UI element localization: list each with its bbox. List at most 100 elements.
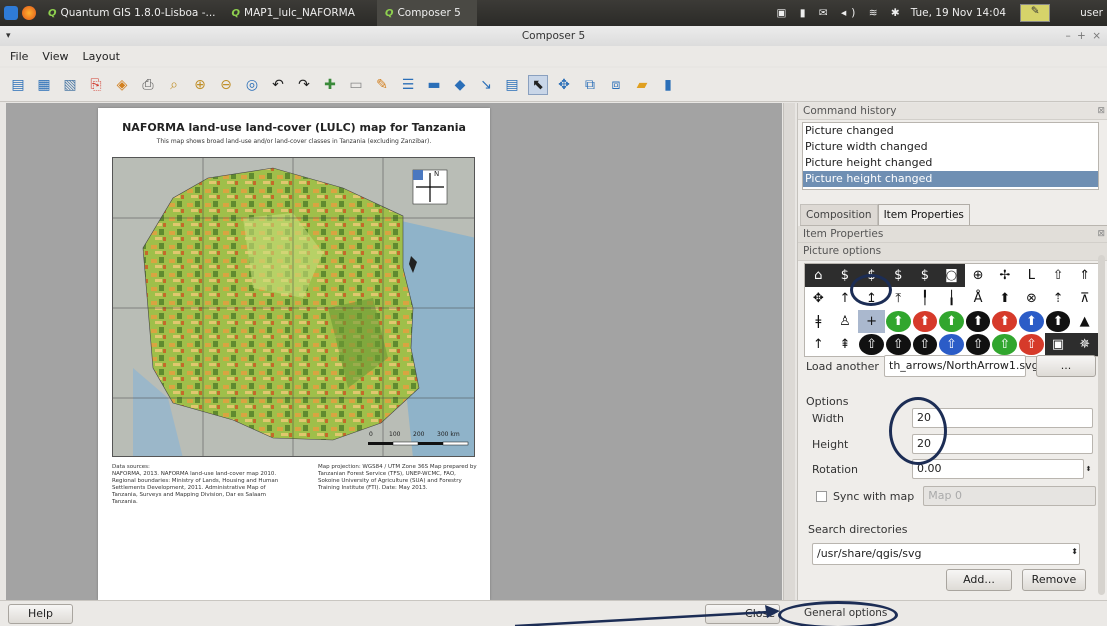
dollar-sign-icon[interactable]: $ xyxy=(911,264,939,287)
map-frame[interactable]: N 0 100 200 300 km xyxy=(112,157,475,457)
north-arrow-selected-icon[interactable]: + xyxy=(858,310,885,333)
add-scalebar-icon[interactable]: ▬ xyxy=(424,75,444,95)
north-arrow-icon[interactable]: ⇡ xyxy=(1045,287,1072,310)
picture-options-header[interactable]: Picture options xyxy=(798,243,1107,261)
tab-item-properties[interactable]: Item Properties xyxy=(877,204,970,225)
dock-scrollbar[interactable] xyxy=(1098,255,1105,595)
add-table-icon[interactable]: ▤ xyxy=(502,75,522,95)
ungroup-icon[interactable]: ⧈ xyxy=(606,75,626,95)
load-template-icon[interactable]: ▤ xyxy=(8,75,28,95)
red-arrow-icon[interactable]: ⬆ xyxy=(992,311,1018,332)
export-pdf-icon[interactable]: ⎘ xyxy=(86,75,106,95)
svg-symbol-grid[interactable]: ⌂ $ $ $ $ ◙ ⊕ ✢ L ⇧ ⇑ ✥ ↑ ↥ ⤒ ╿ ╽ Å ⬆ ⊗ … xyxy=(804,263,1099,357)
refresh-icon[interactable]: ◎ xyxy=(242,75,262,95)
north-arrow-icon[interactable]: ╽ xyxy=(938,287,965,310)
black-arrow-icon[interactable]: ⇧ xyxy=(885,334,911,355)
align-items-icon[interactable]: ▮ xyxy=(658,75,678,95)
blue-arrow-icon[interactable]: ⇧ xyxy=(939,334,964,355)
history-item[interactable]: Picture height changed xyxy=(803,155,1098,171)
north-arrow-icon[interactable]: ⇑ xyxy=(1071,264,1098,287)
sync-checkbox[interactable] xyxy=(816,490,827,502)
add-image-icon[interactable]: ▭ xyxy=(346,75,366,95)
group-icon[interactable]: ⧉ xyxy=(580,75,600,95)
tab-composition[interactable]: Composition xyxy=(800,204,878,225)
north-arrow-icon[interactable]: ⇧ xyxy=(1045,264,1072,287)
move-content-icon[interactable]: ✥ xyxy=(554,75,574,95)
rotation-field[interactable]: 0.00 xyxy=(912,459,1084,479)
green-arrow-icon[interactable]: ⬆ xyxy=(885,311,911,332)
taskbar-app-composer[interactable]: Q Composer 5 xyxy=(376,0,477,26)
north-arrow-icon[interactable]: ⇞ xyxy=(832,333,859,356)
save-template-icon[interactable]: ▦ xyxy=(34,75,54,95)
red-arrow-icon[interactable]: ⇧ xyxy=(1019,334,1044,355)
building-icon[interactable]: ⌂ xyxy=(805,264,832,287)
black-arrow-icon[interactable]: ⬆ xyxy=(1045,311,1071,332)
north-arrow-icon[interactable]: ♙ xyxy=(832,310,859,333)
history-item[interactable]: Picture width changed xyxy=(803,139,1098,155)
crosshair-icon[interactable]: ⊕ xyxy=(965,264,992,287)
corner-arrow-icon[interactable]: L xyxy=(1018,264,1045,287)
tray-icons[interactable]: ▣ ▮ ✉ ◂) ≋ ✱ xyxy=(777,7,905,19)
black-arrow-icon[interactable]: ⬆ xyxy=(965,311,991,332)
zoom-out-icon[interactable]: ⊖ xyxy=(216,75,236,95)
export-image-icon[interactable]: ▧ xyxy=(60,75,80,95)
help-button[interactable]: Help xyxy=(8,604,73,624)
zoom-in-icon[interactable]: ⊕ xyxy=(190,75,210,95)
history-item-selected[interactable]: Picture height changed xyxy=(803,171,1098,187)
redo-icon[interactable]: ↷ xyxy=(294,75,314,95)
rotation-spinner-icon[interactable]: ⬍ xyxy=(1084,465,1093,473)
history-item[interactable]: Picture changed xyxy=(803,123,1098,139)
composer-canvas[interactable]: NAFORMA land-use land-cover (LULC) map f… xyxy=(6,103,782,600)
map-page[interactable]: NAFORMA land-use land-cover (LULC) map f… xyxy=(98,108,490,600)
close-button[interactable]: Close xyxy=(705,604,780,624)
black-arrow-icon[interactable]: ⇧ xyxy=(859,334,884,355)
user-name[interactable]: user xyxy=(1080,7,1103,19)
chevron-updown-icon[interactable]: ⬍ xyxy=(1071,547,1078,556)
add-shape-icon[interactable]: ◆ xyxy=(450,75,470,95)
add-directory-button[interactable]: Add... xyxy=(946,569,1012,591)
add-label-icon[interactable]: ✎ xyxy=(372,75,392,95)
sources-block[interactable]: Data sources: NAFORMA, 2013. NAFORMA lan… xyxy=(112,464,292,506)
red-arrow-icon[interactable]: ⬆ xyxy=(912,311,938,332)
sync-map-select[interactable]: Map 0 xyxy=(923,486,1096,506)
compass-icon[interactable]: ✢ xyxy=(991,264,1018,287)
close-icon[interactable]: ⊠ xyxy=(1097,103,1105,120)
north-arrow-icon[interactable]: ╿ xyxy=(912,287,939,310)
menu-file[interactable]: File xyxy=(10,50,28,63)
north-arrow-icon[interactable]: ǂ xyxy=(805,310,832,333)
green-arrow-icon[interactable]: ⬆ xyxy=(939,311,964,332)
north-arrow-icon[interactable]: ⊼ xyxy=(1071,287,1098,310)
close-icon[interactable]: ⊠ xyxy=(1097,226,1105,243)
command-history-list[interactable]: Picture changed Picture width changed Pi… xyxy=(802,122,1099,190)
window-controls[interactable]: – + × xyxy=(1065,26,1101,46)
undo-icon[interactable]: ↶ xyxy=(268,75,288,95)
north-arrow-icon[interactable]: ⬆ xyxy=(991,287,1018,310)
raise-items-icon[interactable]: ▰ xyxy=(632,75,652,95)
compass-star-icon[interactable]: ✵ xyxy=(1071,333,1098,356)
canvas-scrollbar[interactable] xyxy=(783,103,795,600)
remove-directory-button[interactable]: Remove xyxy=(1022,569,1086,591)
compass-circle-icon[interactable]: ⊗ xyxy=(1018,287,1045,310)
north-arrow-icon[interactable]: Å xyxy=(965,287,992,310)
window-menu-icon[interactable]: ▾ xyxy=(6,26,11,46)
add-map-icon[interactable]: ✚ xyxy=(320,75,340,95)
black-arrow-icon[interactable]: ⇧ xyxy=(912,334,938,355)
map-subtitle[interactable]: This map shows broad land-use and/or lan… xyxy=(98,138,490,145)
svg-path-field[interactable]: th_arrows/NorthArrow1.svg xyxy=(884,355,1039,377)
map-title[interactable]: NAFORMA land-use land-cover (LULC) map f… xyxy=(98,121,490,134)
compass-rose-icon[interactable]: ✥ xyxy=(805,287,832,310)
notes-icon[interactable]: ✎ xyxy=(1020,4,1051,22)
zoom-full-icon[interactable]: ⌕ xyxy=(164,75,184,95)
menu-view[interactable]: View xyxy=(42,50,68,63)
taskbar-app-qgis[interactable]: Q Quantum GIS 1.8.0-Lisboa -... xyxy=(40,0,224,26)
blue-arrow-icon[interactable]: ⬆ xyxy=(1019,311,1044,332)
clock[interactable]: Tue, 19 Nov 14:04 xyxy=(911,7,1006,19)
black-arrow-icon[interactable]: ⇧ xyxy=(965,334,991,355)
add-arrow-icon[interactable]: ↘ xyxy=(476,75,496,95)
north-arrow-icon[interactable]: ▲ xyxy=(1071,310,1098,333)
north-arrow-icon[interactable]: ↑ xyxy=(805,333,832,356)
browse-button[interactable]: ... xyxy=(1036,355,1096,377)
square-icon[interactable]: ▣ xyxy=(1044,333,1072,356)
taskbar-app-map[interactable]: Q MAP1_lulc_NAFORMA xyxy=(224,0,363,26)
camera-icon[interactable]: ◙ xyxy=(938,264,965,287)
